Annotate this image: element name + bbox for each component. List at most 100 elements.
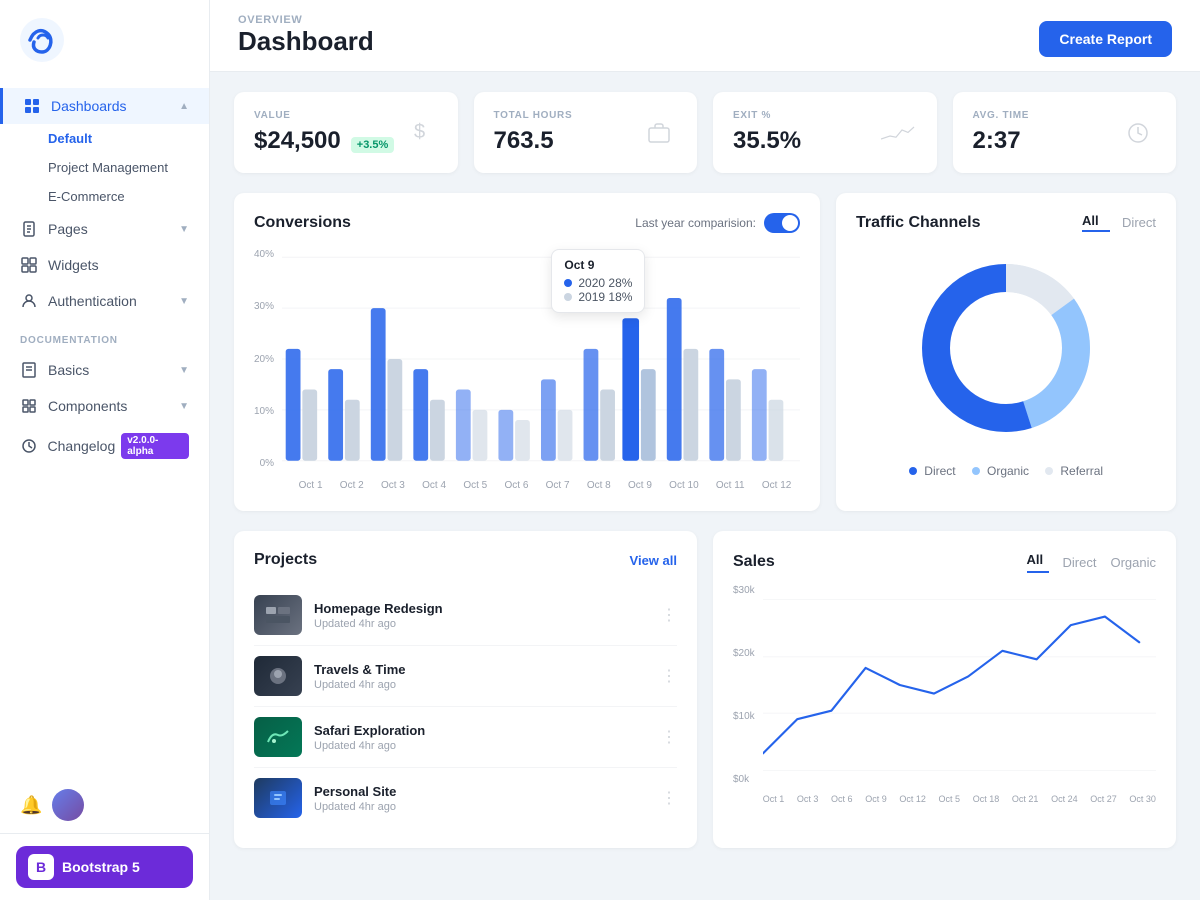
stat-card-value: VALUE $24,500 +3.5% $ bbox=[234, 92, 458, 173]
components-chevron: ▼ bbox=[179, 401, 189, 412]
donut-legend: Direct Organic Referral bbox=[909, 464, 1103, 478]
x-label-oct6: Oct 6 bbox=[504, 480, 528, 491]
auth-chevron: ▼ bbox=[179, 296, 189, 307]
sidebar-item-authentication[interactable]: Authentication ▼ bbox=[0, 283, 209, 319]
stat-hours-value: 763.5 bbox=[494, 127, 573, 155]
sidebar: Dashboards ▲ Default Project Management … bbox=[0, 0, 210, 900]
traffic-tab-direct[interactable]: Direct bbox=[1122, 215, 1156, 230]
y-label-40: 40% bbox=[254, 249, 274, 260]
stat-avgtime-value: 2:37 bbox=[973, 127, 1030, 155]
trend-icon bbox=[881, 115, 917, 151]
last-year-toggle[interactable] bbox=[764, 213, 800, 233]
traffic-title: Traffic Channels bbox=[856, 214, 980, 232]
sales-x-oct1: Oct 1 bbox=[763, 794, 785, 804]
tooltip-2020-label: 2020 28% bbox=[578, 276, 632, 290]
sidebar-sub-default[interactable]: Default bbox=[0, 124, 209, 153]
donut-chart-svg bbox=[906, 248, 1106, 448]
x-label-oct9: Oct 9 bbox=[628, 480, 652, 491]
main-content: VALUE $24,500 +3.5% $ TOTAL HOURS 763.5 bbox=[210, 72, 1200, 900]
conversions-card: Conversions Last year comparision: 40% 3… bbox=[234, 193, 820, 511]
book-icon bbox=[20, 361, 38, 379]
project-updated-0: Updated 4hr ago bbox=[314, 618, 649, 630]
sidebar-item-components[interactable]: Components ▼ bbox=[0, 388, 209, 424]
legend-label-direct: Direct bbox=[924, 464, 955, 478]
app-logo bbox=[20, 18, 64, 62]
basics-chevron: ▼ bbox=[179, 365, 189, 376]
sidebar-sub-ecommerce[interactable]: E-Commerce bbox=[0, 182, 209, 211]
sales-tab-direct[interactable]: Direct bbox=[1063, 555, 1097, 570]
project-menu-0[interactable]: ⋮ bbox=[661, 605, 677, 625]
clock-icon bbox=[1120, 115, 1156, 151]
sales-chart-svg bbox=[763, 585, 1156, 785]
stat-card-exit: EXIT % 35.5% bbox=[713, 92, 937, 173]
x-label-oct8: Oct 8 bbox=[587, 480, 611, 491]
changelog-label: Changelog bbox=[48, 438, 116, 454]
create-report-button[interactable]: Create Report bbox=[1039, 21, 1172, 57]
y-label-20: 20% bbox=[254, 354, 274, 365]
grid-icon bbox=[23, 97, 41, 115]
stats-row: VALUE $24,500 +3.5% $ TOTAL HOURS 763.5 bbox=[234, 92, 1176, 173]
sidebar-item-changelog[interactable]: Changelog v2.0.0-alpha bbox=[0, 424, 209, 468]
project-name-0: Homepage Redesign bbox=[314, 601, 649, 616]
traffic-tab-all[interactable]: All bbox=[1082, 213, 1110, 232]
header-title-area: Overview Dashboard bbox=[238, 14, 374, 57]
traffic-tab-all-label: All bbox=[1082, 213, 1099, 228]
stat-card-hours: TOTAL HOURS 763.5 bbox=[474, 92, 698, 173]
sidebar-item-basics[interactable]: Basics ▼ bbox=[0, 352, 209, 388]
sales-x-oct5: Oct 5 bbox=[939, 794, 961, 804]
sidebar-sub-project-management[interactable]: Project Management bbox=[0, 153, 209, 182]
bootstrap-label: Bootstrap 5 bbox=[62, 859, 140, 875]
sales-x-oct6: Oct 6 bbox=[831, 794, 853, 804]
sales-y-30k: $30k bbox=[733, 585, 755, 596]
traffic-card: Traffic Channels All Direct bbox=[836, 193, 1176, 511]
widgets-label: Widgets bbox=[48, 257, 189, 273]
legend-dot-direct bbox=[909, 467, 917, 475]
project-menu-1[interactable]: ⋮ bbox=[661, 666, 677, 686]
project-item-3: Personal Site Updated 4hr ago ⋮ bbox=[254, 768, 677, 828]
projects-header: Projects View all bbox=[254, 551, 677, 569]
sales-x-labels: Oct 1 Oct 3 Oct 6 Oct 9 Oct 12 Oct 5 Oct… bbox=[763, 794, 1156, 804]
y-label-10: 10% bbox=[254, 406, 274, 417]
project-menu-3[interactable]: ⋮ bbox=[661, 788, 677, 808]
sidebar-item-pages[interactable]: Pages ▼ bbox=[0, 211, 209, 247]
project-info-0: Homepage Redesign Updated 4hr ago bbox=[314, 601, 649, 630]
bootstrap-badge: B Bootstrap 5 bbox=[16, 846, 193, 888]
conversions-header: Conversions Last year comparision: bbox=[254, 213, 800, 233]
sales-header: Sales All Direct Organic bbox=[733, 551, 1156, 573]
project-menu-2[interactable]: ⋮ bbox=[661, 727, 677, 747]
sales-x-oct18: Oct 18 bbox=[973, 794, 1000, 804]
view-all-link[interactable]: View all bbox=[630, 553, 677, 568]
charts-row: Conversions Last year comparision: 40% 3… bbox=[234, 193, 1176, 511]
bottom-row: Projects View all Homepage Redesign Upda… bbox=[234, 531, 1176, 848]
components-label: Components bbox=[48, 398, 179, 414]
project-thumb-1 bbox=[254, 656, 302, 696]
dashboards-chevron: ▲ bbox=[179, 101, 189, 112]
sales-tab-organic[interactable]: Organic bbox=[1110, 555, 1156, 570]
project-info-1: Travels & Time Updated 4hr ago bbox=[314, 662, 649, 691]
project-item-1: Travels & Time Updated 4hr ago ⋮ bbox=[254, 646, 677, 707]
sales-x-oct21: Oct 21 bbox=[1012, 794, 1039, 804]
project-thumb-3 bbox=[254, 778, 302, 818]
sales-tabs: All Direct Organic bbox=[1027, 551, 1156, 573]
x-label-oct7: Oct 7 bbox=[546, 480, 570, 491]
x-label-oct1: Oct 1 bbox=[299, 480, 323, 491]
stat-value-badge: +3.5% bbox=[351, 137, 395, 153]
legend-dot-referral bbox=[1045, 467, 1053, 475]
x-label-oct5: Oct 5 bbox=[463, 480, 487, 491]
x-label-oct12: Oct 12 bbox=[762, 480, 791, 491]
tooltip-dot-2020 bbox=[564, 279, 572, 287]
docs-section-label: Documentation bbox=[0, 319, 209, 352]
bootstrap-badge-area: B Bootstrap 5 bbox=[0, 833, 209, 900]
legend-label-organic: Organic bbox=[987, 464, 1029, 478]
widget-icon bbox=[20, 256, 38, 274]
tooltip-date: Oct 9 bbox=[564, 258, 632, 272]
bell-icon[interactable]: 🔔 bbox=[20, 795, 42, 816]
x-label-oct11: Oct 11 bbox=[716, 480, 745, 491]
file-icon bbox=[20, 220, 38, 238]
sidebar-item-dashboards[interactable]: Dashboards ▲ bbox=[0, 88, 209, 124]
sidebar-item-widgets[interactable]: Widgets bbox=[0, 247, 209, 283]
sales-tab-all[interactable]: All bbox=[1027, 551, 1049, 573]
basics-label: Basics bbox=[48, 362, 179, 378]
user-avatar[interactable] bbox=[52, 789, 84, 821]
toggle-label-text: Last year comparision: bbox=[635, 216, 756, 230]
